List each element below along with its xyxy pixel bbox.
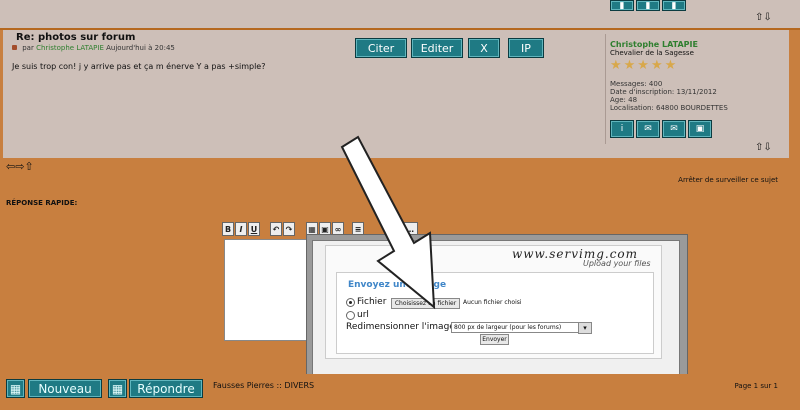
redo-icon[interactable]: ↷ [283,222,295,236]
edit-label: Editer [420,41,454,55]
breadcrumb[interactable]: Fausses Pierres :: DIVERS [213,381,314,390]
reply-button[interactable]: Répondre [129,379,203,398]
reply-label: Répondre [137,381,195,396]
new-topic-label: Nouveau [38,381,92,396]
underline-label: U [250,224,258,234]
meta-prefix: par [22,44,34,52]
reply-icon[interactable]: ▦ [108,379,127,398]
profile-rank: Chevalier de la Sagesse [610,49,694,57]
italic-button[interactable]: I [235,222,247,236]
profile-icon-button[interactable]: i [610,120,634,138]
profile-location: Localisation: 64800 BOURDETTES [610,104,728,112]
new-topic-icon[interactable]: ▦ [6,379,25,398]
pm-icon-button[interactable]: ✉ [636,120,660,138]
post-title[interactable]: Re: photos sur forum [16,32,135,43]
bold-button[interactable]: B [222,222,234,236]
resize-label: Redimensionner l'image [346,322,455,332]
no-file-text: Aucun fichier choisi [463,299,522,306]
profile-messages: Messages: 400 [610,80,663,88]
resize-select[interactable]: 800 px de largeur (pour les forums) [451,322,579,333]
profile-name[interactable]: Christophe LATAPIE [610,40,698,49]
quote-label: Citer [367,41,395,55]
website-icon-button[interactable]: ▣ [688,120,712,138]
quote-button[interactable]: Citer [355,38,407,58]
topic-nav-arrows[interactable]: ⇦⇨⇧ [6,160,34,173]
author-link[interactable]: Christophe LATAPIE [36,44,104,52]
scroll-arrows-top[interactable]: ⇧⇩ [755,12,772,23]
annotation-arrow-icon [340,135,436,310]
email-icon-button[interactable]: ▮ [662,0,686,11]
delete-label: X [480,41,488,55]
new-topic-button[interactable]: Nouveau [28,379,102,398]
undo-icon[interactable]: ↶ [270,222,282,236]
scroll-arrows-post[interactable]: ⇧⇩ [755,142,772,153]
ip-button[interactable]: IP [508,38,544,58]
send-label: Envoyer [482,336,507,343]
ip-label: IP [521,41,531,55]
delete-button[interactable]: X [468,38,500,58]
post-meta: par Christophe LATAPIE Aujourd'hui à 20:… [12,44,175,52]
quick-reply-label: RÉPONSE RAPIDE: [6,199,78,207]
post-date: Aujourd'hui à 20:45 [106,44,175,52]
unwatch-topic-link[interactable]: Arrêter de surveiller ce sujet [678,176,778,184]
profile-icon-button[interactable]: ▮ [610,0,634,11]
bold-label: B [224,224,232,234]
profile-inscription: Date d'inscription: 13/11/2012 [610,88,717,96]
post-body: Je suis trop con! j y arrive pas et ça m… [12,62,266,71]
servimg-subtitle: Upload your files [583,259,651,268]
send-button[interactable]: Envoyer [480,334,509,345]
post-icon [12,45,17,50]
email-icon-button[interactable]: ✉ [662,120,686,138]
rank-stars: ★★★★★ [610,58,679,73]
edit-button[interactable]: Editer [411,38,463,58]
page-indicator: Page 1 sur 1 [734,382,779,390]
underline-button[interactable]: U [248,222,260,236]
pm-icon-button[interactable]: ▮ [636,0,660,11]
quick-reply-textarea[interactable] [224,239,310,341]
italic-label: I [239,224,243,234]
chevron-down-icon[interactable]: ▾ [578,322,592,334]
profile-age: Age: 48 [610,96,638,104]
